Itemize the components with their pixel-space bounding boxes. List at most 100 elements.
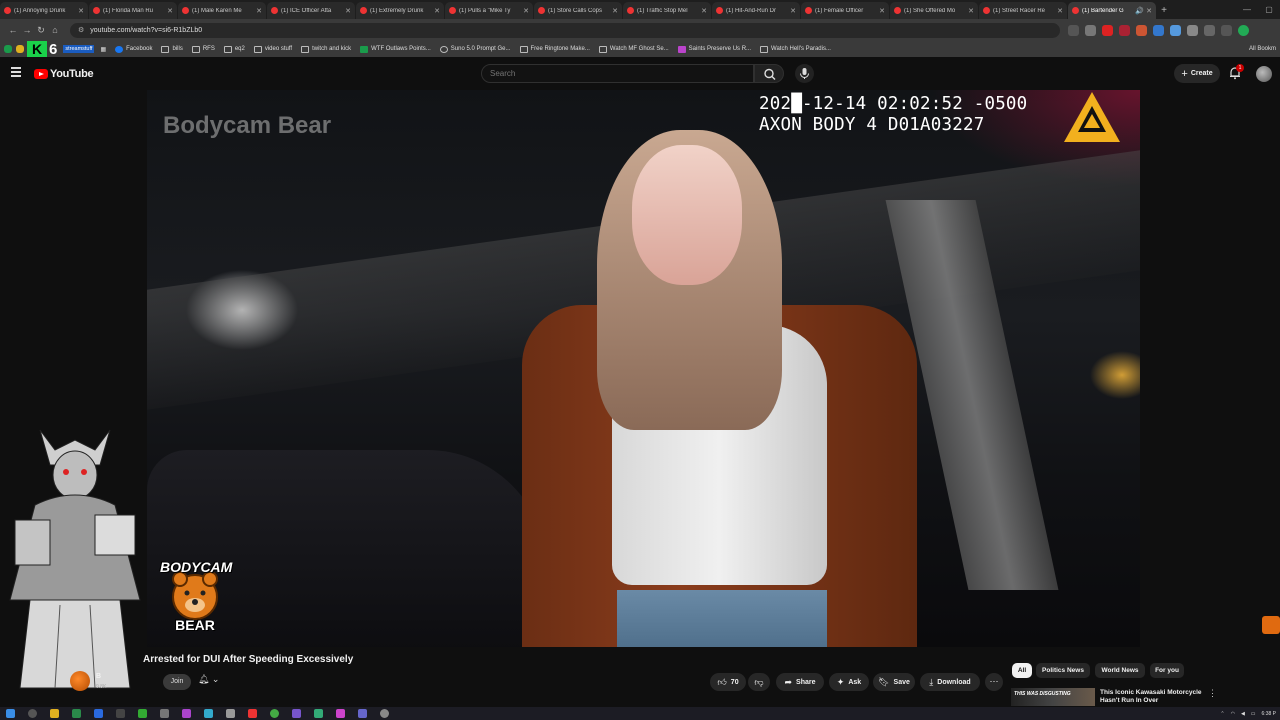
apps-grid-icon[interactable]: ▦ [100, 46, 106, 53]
browser-tab-active[interactable]: (1) Bartender G 🔊 ✕ [1068, 2, 1156, 19]
bookmark-facebook[interactable]: Facebook [115, 45, 152, 53]
close-tab-icon[interactable]: ✕ [1057, 7, 1063, 15]
subscription-bell-button[interactable]: 🔔︎ ⌄ [198, 674, 230, 690]
bookmark-ringtone[interactable]: Free Ringtone Make... [519, 45, 590, 53]
bookmark-twitch-and-kick[interactable]: twitch and kick [301, 45, 351, 53]
bookmark-hells-paradise[interactable]: Watch Hell's Paradis... [760, 45, 831, 53]
taskbar-app-icon[interactable] [226, 709, 235, 718]
settings-gear-icon[interactable] [380, 709, 389, 718]
account-avatar[interactable] [1256, 66, 1272, 82]
close-tab-icon[interactable]: ✕ [256, 7, 262, 15]
recommended-video-title[interactable]: This Iconic Kawasaki Motorcycle Hasn't R… [1100, 689, 1204, 705]
browser-tab[interactable]: (1) Annoying Drunk ✕ [0, 2, 88, 19]
taskbar-app-icon[interactable] [160, 709, 169, 718]
channel-name[interactable]: B [96, 673, 101, 680]
voice-search-button[interactable] [795, 64, 814, 83]
install-icon[interactable] [1068, 24, 1079, 36]
search-icon[interactable] [28, 709, 37, 718]
media-icon[interactable] [1221, 24, 1232, 36]
url-field[interactable]: ⚙ youtube.com/watch?v=si6-R1bZLb0 [70, 22, 1060, 38]
home-icon[interactable]: ⌂ [48, 25, 62, 35]
close-tab-icon[interactable]: ✕ [1146, 7, 1152, 15]
clock[interactable]: 6:38 P [1262, 711, 1276, 717]
chip-politics-news[interactable]: Politics News [1036, 663, 1090, 678]
taskbar-app-icon[interactable] [138, 709, 147, 718]
taskbar-app-icon[interactable] [72, 709, 81, 718]
maximize-icon[interactable]: ▢ [1258, 5, 1280, 14]
wifi-icon[interactable]: ◠ [1231, 711, 1235, 717]
browser-tab[interactable]: (1) Male Karen Me ✕ [178, 2, 266, 19]
bookmark-mf-ghost[interactable]: Watch MF Ghost Se... [598, 45, 669, 53]
extension-icon[interactable] [1153, 24, 1164, 36]
more-actions-button[interactable]: ⋯ [985, 673, 1003, 691]
start-windows-icon[interactable] [6, 709, 15, 718]
bookmark-saints-preserve[interactable]: Saints Preserve Us R... [677, 45, 751, 53]
sidepanel-icon[interactable] [1204, 24, 1215, 36]
browser-tab[interactable]: (1) Store Calls Cops ✕ [534, 2, 622, 19]
speaker-icon[interactable]: 🔊 [1135, 7, 1144, 15]
battery-icon[interactable]: ▭ [1251, 711, 1256, 717]
chrome-icon[interactable] [270, 709, 279, 718]
extension-icon[interactable] [1119, 24, 1130, 36]
video-player[interactable]: Bodycam Bear 202█-12-14 02:02:52 -0500 A… [147, 90, 1140, 647]
taskbar-app-icon[interactable] [94, 709, 103, 718]
youtube-logo[interactable]: YouTube [34, 68, 94, 80]
close-tab-icon[interactable]: ✕ [879, 7, 885, 15]
taskbar-app-icon[interactable] [314, 709, 323, 718]
taskbar-app-icon[interactable] [116, 709, 125, 718]
site-info-icon[interactable]: ⚙ [78, 26, 84, 34]
extension-icon[interactable] [1136, 24, 1147, 36]
close-tab-icon[interactable]: ✕ [701, 7, 707, 15]
extension-icon[interactable] [1170, 24, 1181, 36]
taskbar-app-icon[interactable] [204, 709, 213, 718]
minimize-icon[interactable]: — [1236, 5, 1258, 14]
all-bookmarks[interactable]: All Bookm [1249, 46, 1276, 52]
recommended-video-menu-icon[interactable]: ⋮ [1208, 688, 1217, 699]
bookmark-streamstuff[interactable]: streamstuff [63, 45, 95, 53]
close-tab-icon[interactable]: ✕ [523, 7, 529, 15]
close-tab-icon[interactable]: ✕ [790, 7, 796, 15]
tray-chevron-icon[interactable]: ⌃ [1220, 711, 1224, 717]
browser-tab[interactable]: (1) Female Officer ✕ [801, 2, 889, 19]
hamburger-menu-icon[interactable] [11, 67, 21, 77]
search-input[interactable] [481, 64, 754, 83]
ask-button[interactable]: ✦ Ask [829, 673, 869, 691]
extension-icon[interactable] [1102, 24, 1113, 36]
taskbar-app-icon[interactable] [182, 709, 191, 718]
dislike-button[interactable]: 👎︎ [748, 673, 770, 691]
taskbar-app-icon[interactable] [336, 709, 345, 718]
puzzle-icon[interactable] [1187, 24, 1198, 36]
browser-tab[interactable]: (1) Street Racer Re ✕ [979, 2, 1067, 19]
share-button[interactable]: ➦ Share [776, 673, 824, 691]
bookmark-bills[interactable]: bills [161, 45, 183, 53]
create-button[interactable]: + Create [1174, 64, 1220, 83]
bookmark-video-stuff[interactable]: video stuff [253, 45, 292, 53]
join-button[interactable]: Join [163, 674, 191, 690]
taskbar-app-icon[interactable] [292, 709, 301, 718]
back-icon[interactable]: ← [6, 25, 20, 35]
extension-icon[interactable] [16, 45, 24, 53]
channel-avatar[interactable] [70, 671, 90, 691]
bookmark-suno[interactable]: Suno 5.0 Prompt Ge... [439, 45, 511, 53]
close-tab-icon[interactable]: ✕ [167, 7, 173, 15]
chip-for-you[interactable]: For you [1150, 663, 1184, 678]
new-tab-button[interactable]: + [1157, 2, 1171, 19]
taskbar-app-icon[interactable] [248, 709, 257, 718]
close-tab-icon[interactable]: ✕ [434, 7, 440, 15]
file-explorer-icon[interactable] [50, 709, 59, 718]
browser-tab[interactable]: (1) Pulls a "Mike Ty ✕ [445, 2, 533, 19]
taskbar-app-icon[interactable] [358, 709, 367, 718]
close-tab-icon[interactable]: ✕ [612, 7, 618, 15]
search-button[interactable] [754, 64, 784, 83]
bookmark-star-icon[interactable] [1085, 24, 1096, 36]
close-tab-icon[interactable]: ✕ [345, 7, 351, 15]
chip-world-news[interactable]: World News [1095, 663, 1145, 678]
forward-icon[interactable]: → [20, 25, 34, 35]
browser-tab[interactable]: (1) Hit-And-Run Dr ✕ [712, 2, 800, 19]
close-tab-icon[interactable]: ✕ [78, 7, 84, 15]
extension-icon[interactable] [4, 45, 12, 53]
browser-tab[interactable]: (1) Extremely Drunk ✕ [356, 2, 444, 19]
like-button[interactable]: 👍︎ 70 [710, 673, 746, 691]
browser-tab[interactable]: (1) Florida Man Ru ✕ [89, 2, 177, 19]
chip-all[interactable]: All [1012, 663, 1032, 678]
